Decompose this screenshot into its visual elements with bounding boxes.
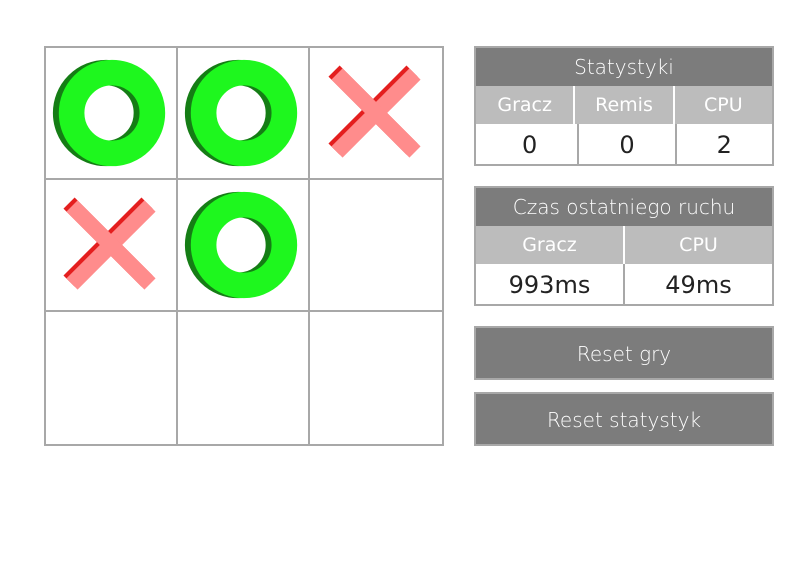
circle-o-icon [184,191,298,299]
circle-o-icon [52,59,166,167]
last-move-value-player: 993ms [476,264,625,304]
last-move-value-cpu: 49ms [625,264,772,304]
stats-header-draw: Remis [575,86,675,124]
circle-o-icon [184,59,298,167]
stats-header-cpu: CPU [674,86,772,124]
board-cell-7[interactable] [46,312,178,444]
last-move-value-row: 993ms 49ms [476,264,772,304]
board-cell-8[interactable] [178,312,310,444]
stats-value-player: 0 [476,124,580,164]
reset-stats-button[interactable]: Reset statystyk [474,392,774,446]
last-move-title: Czas ostatniego ruchu [476,188,772,226]
stats-value-row: 0 0 2 [476,124,772,164]
cross-x-icon [63,197,156,290]
stats-header-row: Gracz Remis CPU [476,86,772,124]
last-move-time-panel: Czas ostatniego ruchu Gracz CPU 993ms 49… [474,186,774,306]
stats-title: Statystyki [476,48,772,86]
stats-header-player: Gracz [476,86,576,124]
board-cell-2[interactable] [178,48,310,180]
board-cell-3[interactable] [310,48,442,180]
last-move-header-row: Gracz CPU [476,226,772,264]
reset-game-button[interactable]: Reset gry [474,326,774,380]
game-board [44,46,444,446]
board-cell-6[interactable] [310,180,442,312]
last-move-header-cpu: CPU [625,226,772,264]
board-cell-1[interactable] [46,48,178,180]
cross-x-icon [328,65,421,158]
board-cell-9[interactable] [310,312,442,444]
board-cell-5[interactable] [178,180,310,312]
stats-panel: Statystyki Gracz Remis CPU 0 0 2 [474,46,774,166]
stats-value-cpu: 2 [676,124,772,164]
stats-value-draw: 0 [579,124,677,164]
last-move-header-player: Gracz [476,226,625,264]
board-cell-4[interactable] [46,180,178,312]
